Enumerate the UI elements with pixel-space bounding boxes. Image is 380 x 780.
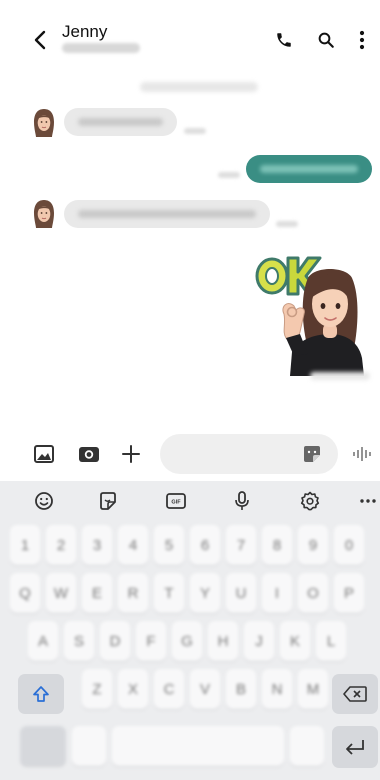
plus-icon	[122, 445, 140, 463]
key-d[interactable]: D	[100, 621, 130, 661]
contact-avatar[interactable]	[32, 199, 56, 229]
key-8[interactable]: 8	[262, 525, 292, 565]
symbols-key[interactable]	[20, 726, 66, 766]
key-x[interactable]: X	[118, 669, 148, 709]
key-b[interactable]: B	[226, 669, 256, 709]
key-z[interactable]: Z	[82, 669, 112, 709]
space-key[interactable]	[112, 726, 284, 766]
keyboard: GIF 1234567890 QWERTYUIOP ASDFGHJKL ZXCVBNM	[0, 481, 380, 780]
shift-key[interactable]	[18, 674, 64, 714]
key-1[interactable]: 1	[10, 525, 40, 565]
keyboard-settings-button[interactable]	[298, 490, 322, 512]
image-icon	[34, 445, 54, 463]
key-4[interactable]: 4	[118, 525, 148, 565]
search-icon	[318, 32, 334, 48]
emoji-button[interactable]	[32, 490, 56, 512]
sticker-icon	[304, 446, 320, 462]
sticker-icon	[100, 492, 116, 510]
camera-button[interactable]	[76, 442, 102, 466]
voice-record-button[interactable]	[350, 442, 374, 466]
period-key[interactable]	[290, 726, 324, 766]
key-a[interactable]: A	[28, 621, 58, 661]
key-w[interactable]: W	[46, 573, 76, 613]
backspace-icon	[343, 686, 367, 702]
more-vertical-icon	[359, 30, 365, 50]
key-m[interactable]: M	[298, 669, 328, 709]
comma-key[interactable]	[72, 726, 106, 766]
key-k[interactable]: K	[280, 621, 310, 661]
message-timestamp	[184, 128, 206, 134]
key-2[interactable]: 2	[46, 525, 76, 565]
call-button[interactable]	[272, 28, 296, 52]
gallery-button[interactable]	[31, 442, 57, 466]
chevron-left-icon	[34, 30, 46, 50]
more-options-button[interactable]	[350, 28, 374, 52]
message-bubble-incoming[interactable]	[64, 200, 270, 228]
key-6[interactable]: 6	[190, 525, 220, 565]
date-divider	[140, 82, 258, 92]
contact-phone-number	[62, 43, 140, 53]
keyboard-toolbar: GIF	[0, 481, 380, 521]
key-s[interactable]: S	[64, 621, 94, 661]
key-r[interactable]: R	[118, 573, 148, 613]
sticker-button[interactable]	[302, 445, 322, 463]
contact-avatar[interactable]	[32, 108, 56, 138]
more-horizontal-icon	[360, 499, 376, 503]
message-timestamp	[310, 372, 370, 380]
message-timestamp	[276, 221, 298, 227]
key-v[interactable]: V	[190, 669, 220, 709]
attach-button[interactable]	[118, 442, 144, 466]
sticker-button[interactable]	[96, 490, 120, 512]
gif-icon: GIF	[166, 493, 186, 509]
gif-button[interactable]: GIF	[164, 490, 188, 512]
key-e[interactable]: E	[82, 573, 112, 613]
shift-arrow-icon	[33, 686, 49, 702]
key-t[interactable]: T	[154, 573, 184, 613]
key-h[interactable]: H	[208, 621, 238, 661]
key-5[interactable]: 5	[154, 525, 184, 565]
message-bubble-outgoing[interactable]	[246, 155, 372, 183]
message-timestamp	[218, 172, 240, 178]
key-9[interactable]: 9	[298, 525, 328, 565]
key-n[interactable]: N	[262, 669, 292, 709]
ok-avatar-sticker-image: OK	[255, 256, 364, 376]
camera-icon	[79, 447, 99, 462]
back-button[interactable]	[28, 28, 52, 52]
key-i[interactable]: I	[262, 573, 292, 613]
key-o[interactable]: O	[298, 573, 328, 613]
conversation-header: Jenny	[0, 0, 380, 72]
key-l[interactable]: L	[316, 621, 346, 661]
microphone-icon	[235, 491, 249, 510]
phone-icon	[277, 33, 291, 47]
key-g[interactable]: G	[172, 621, 202, 661]
ar-emoji-sticker[interactable]: OK	[250, 248, 370, 378]
more-options-button[interactable]	[356, 490, 380, 512]
avatar-image	[34, 109, 54, 137]
enter-key[interactable]	[332, 726, 378, 768]
key-c[interactable]: C	[154, 669, 184, 709]
settings-icon	[300, 491, 320, 511]
key-p[interactable]: P	[334, 573, 364, 613]
key-3[interactable]: 3	[82, 525, 112, 565]
key-f[interactable]: F	[136, 621, 166, 661]
contact-name[interactable]: Jenny	[62, 22, 107, 42]
key-7[interactable]: 7	[226, 525, 256, 565]
avatar-image	[34, 200, 54, 228]
voice-waveform-icon	[353, 447, 371, 461]
message-bubble-incoming[interactable]	[64, 108, 177, 136]
search-button[interactable]	[314, 28, 338, 52]
key-u[interactable]: U	[226, 573, 256, 613]
emoji-icon	[35, 492, 53, 510]
compose-bar	[0, 430, 380, 478]
key-y[interactable]: Y	[190, 573, 220, 613]
svg-text:GIF: GIF	[171, 500, 181, 506]
key-j[interactable]: J	[244, 621, 274, 661]
key-q[interactable]: Q	[10, 573, 40, 613]
backspace-key[interactable]	[332, 674, 378, 714]
key-0[interactable]: 0	[334, 525, 364, 565]
voice-input-button[interactable]	[230, 490, 254, 512]
enter-arrow-icon	[346, 740, 364, 755]
